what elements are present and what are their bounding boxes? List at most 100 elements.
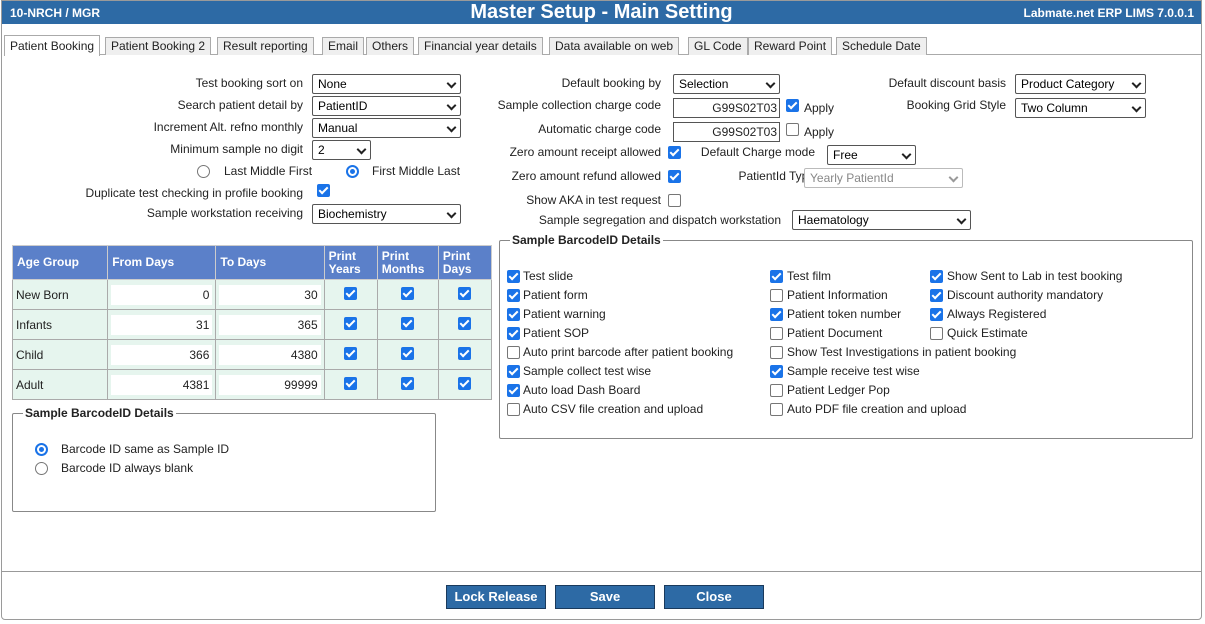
- barcode-option-label: Patient SOP: [523, 326, 590, 340]
- print-days-checkbox[interactable]: [458, 316, 472, 330]
- table-row: New Born 0 30: [11, 279, 493, 310]
- barcode-option-label: Sample collect test wise: [523, 364, 652, 378]
- barcode-option-checkbox[interactable]: [770, 270, 783, 283]
- barcode-always-blank-radio[interactable]: [35, 462, 48, 475]
- print-years-checkbox[interactable]: [344, 376, 358, 390]
- tab-gl-code[interactable]: GL Code: [688, 37, 748, 55]
- to-days-input[interactable]: 99999: [219, 374, 321, 395]
- from-days-input[interactable]: 31: [111, 314, 213, 335]
- increment-alt-refno-select[interactable]: Manual: [312, 118, 461, 138]
- zero-receipt-checkbox[interactable]: [668, 146, 681, 159]
- name-order-last-first-radio[interactable]: [197, 165, 210, 178]
- from-days-input[interactable]: 366: [111, 344, 213, 365]
- barcode-option-checkbox[interactable]: [507, 270, 520, 283]
- barcode-option-checkbox[interactable]: [930, 327, 943, 340]
- automatic-charge-apply-label: Apply: [804, 125, 835, 139]
- age-group-cell: Adult: [11, 369, 109, 400]
- show-aka-checkbox[interactable]: [668, 194, 681, 207]
- print-months-cell: [376, 279, 439, 310]
- print-days-checkbox[interactable]: [458, 346, 472, 360]
- header-age-group: Age Group: [11, 245, 109, 280]
- zero-refund-checkbox[interactable]: [668, 170, 681, 183]
- tab-result-reporting[interactable]: Result reporting: [217, 37, 314, 55]
- tab-patient-booking[interactable]: Patient Booking: [4, 35, 101, 56]
- tab-patient-booking-2[interactable]: Patient Booking 2: [105, 37, 212, 55]
- barcode-id-options-group: Sample BarcodeID Details: [12, 406, 436, 512]
- header-print-years: Print Years: [323, 245, 378, 280]
- barcode-option-checkbox[interactable]: [770, 384, 783, 397]
- close-button[interactable]: Close: [664, 585, 764, 609]
- print-months-checkbox[interactable]: [401, 286, 415, 300]
- barcode-option-checkbox[interactable]: [507, 308, 520, 321]
- barcode-option-checkbox[interactable]: [770, 365, 783, 378]
- sample-workstation-select[interactable]: Biochemistry: [312, 204, 461, 224]
- to-days-input[interactable]: 4380: [219, 344, 321, 365]
- age-group-cell: Infants: [11, 309, 109, 340]
- age-group-cell: New Born: [11, 279, 109, 310]
- barcode-option-checkbox[interactable]: [770, 289, 783, 302]
- barcode-option-checkbox[interactable]: [507, 403, 520, 416]
- print-months-checkbox[interactable]: [401, 346, 415, 360]
- barcode-option-checkbox[interactable]: [770, 346, 783, 359]
- to-days-cell: 99999: [215, 369, 325, 400]
- print-days-cell: [437, 279, 493, 310]
- save-button[interactable]: Save: [555, 585, 655, 609]
- patientid-type-select[interactable]: Yearly PatientId: [804, 168, 963, 188]
- barcode-option-checkbox[interactable]: [770, 308, 783, 321]
- name-order-first-last-radio[interactable]: [346, 165, 359, 178]
- tab-data-available-on-web[interactable]: Data available on web: [549, 37, 680, 55]
- barcode-option-label: Sample receive test wise: [787, 364, 920, 378]
- booking-grid-style-select[interactable]: Two Column: [1015, 98, 1146, 118]
- barcode-option-checkbox[interactable]: [507, 289, 520, 302]
- table-row: Child 366 4380: [11, 339, 493, 370]
- header-from-days: From Days: [107, 245, 217, 280]
- print-months-checkbox[interactable]: [401, 316, 415, 330]
- barcode-option-checkbox[interactable]: [770, 327, 783, 340]
- barcode-option-checkbox[interactable]: [507, 346, 520, 359]
- barcode-option-checkbox[interactable]: [930, 289, 943, 302]
- table-row: Adult 4381 99999: [11, 369, 493, 400]
- from-days-input[interactable]: 0: [111, 284, 213, 305]
- automatic-charge-apply-checkbox[interactable]: [786, 123, 799, 136]
- print-years-checkbox[interactable]: [344, 286, 358, 300]
- print-years-cell: [323, 339, 378, 370]
- to-days-input[interactable]: 30: [219, 284, 321, 305]
- tab-reward-point[interactable]: Reward Point: [748, 37, 833, 55]
- tab-financial-year-details[interactable]: Financial year details: [418, 37, 543, 55]
- barcode-option-label: Show Test Investigations in patient book…: [787, 345, 1017, 359]
- search-patient-detail-select[interactable]: PatientID: [312, 96, 461, 116]
- name-order-first-last-label: First Middle Last: [372, 164, 461, 178]
- default-booking-by-select[interactable]: Selection: [673, 74, 780, 94]
- min-sample-digit-select[interactable]: 2: [312, 140, 371, 160]
- barcode-option-checkbox[interactable]: [930, 270, 943, 283]
- zero-receipt-label: Zero amount receipt allowed: [509, 145, 661, 159]
- tab-email[interactable]: Email: [322, 37, 365, 55]
- print-days-checkbox[interactable]: [458, 376, 472, 390]
- tab-others[interactable]: Others: [366, 37, 415, 55]
- barcode-option-checkbox[interactable]: [507, 327, 520, 340]
- booking-grid-style-label: Booking Grid Style: [906, 98, 1006, 112]
- barcode-option-checkbox[interactable]: [770, 403, 783, 416]
- barcode-option-checkbox[interactable]: [507, 384, 520, 397]
- print-months-checkbox[interactable]: [401, 376, 415, 390]
- to-days-input[interactable]: 365: [219, 314, 321, 335]
- barcode-option-checkbox[interactable]: [930, 308, 943, 321]
- test-booking-sort-select[interactable]: None: [312, 74, 461, 94]
- sample-collection-charge-input[interactable]: G99S02T03: [673, 98, 780, 118]
- automatic-charge-input[interactable]: G99S02T03: [673, 122, 780, 142]
- barcode-option-checkbox[interactable]: [507, 365, 520, 378]
- barcode-same-as-sample-radio[interactable]: [35, 443, 48, 456]
- default-charge-mode-select[interactable]: Free: [827, 145, 916, 165]
- barcode-same-as-sample-label: Barcode ID same as Sample ID: [61, 442, 230, 456]
- duplicate-test-checkbox[interactable]: [317, 184, 330, 197]
- lock-release-button[interactable]: Lock Release: [446, 585, 546, 609]
- sample-collection-apply-checkbox[interactable]: [786, 99, 799, 112]
- print-years-checkbox[interactable]: [344, 346, 358, 360]
- print-years-checkbox[interactable]: [344, 316, 358, 330]
- default-discount-basis-select[interactable]: Product Category: [1015, 74, 1146, 94]
- age-group-cell: Child: [11, 339, 109, 370]
- sample-segregation-select[interactable]: Haematology: [792, 210, 971, 230]
- print-days-checkbox[interactable]: [458, 286, 472, 300]
- tab-schedule-date[interactable]: Schedule Date: [836, 37, 927, 55]
- from-days-input[interactable]: 4381: [111, 374, 213, 395]
